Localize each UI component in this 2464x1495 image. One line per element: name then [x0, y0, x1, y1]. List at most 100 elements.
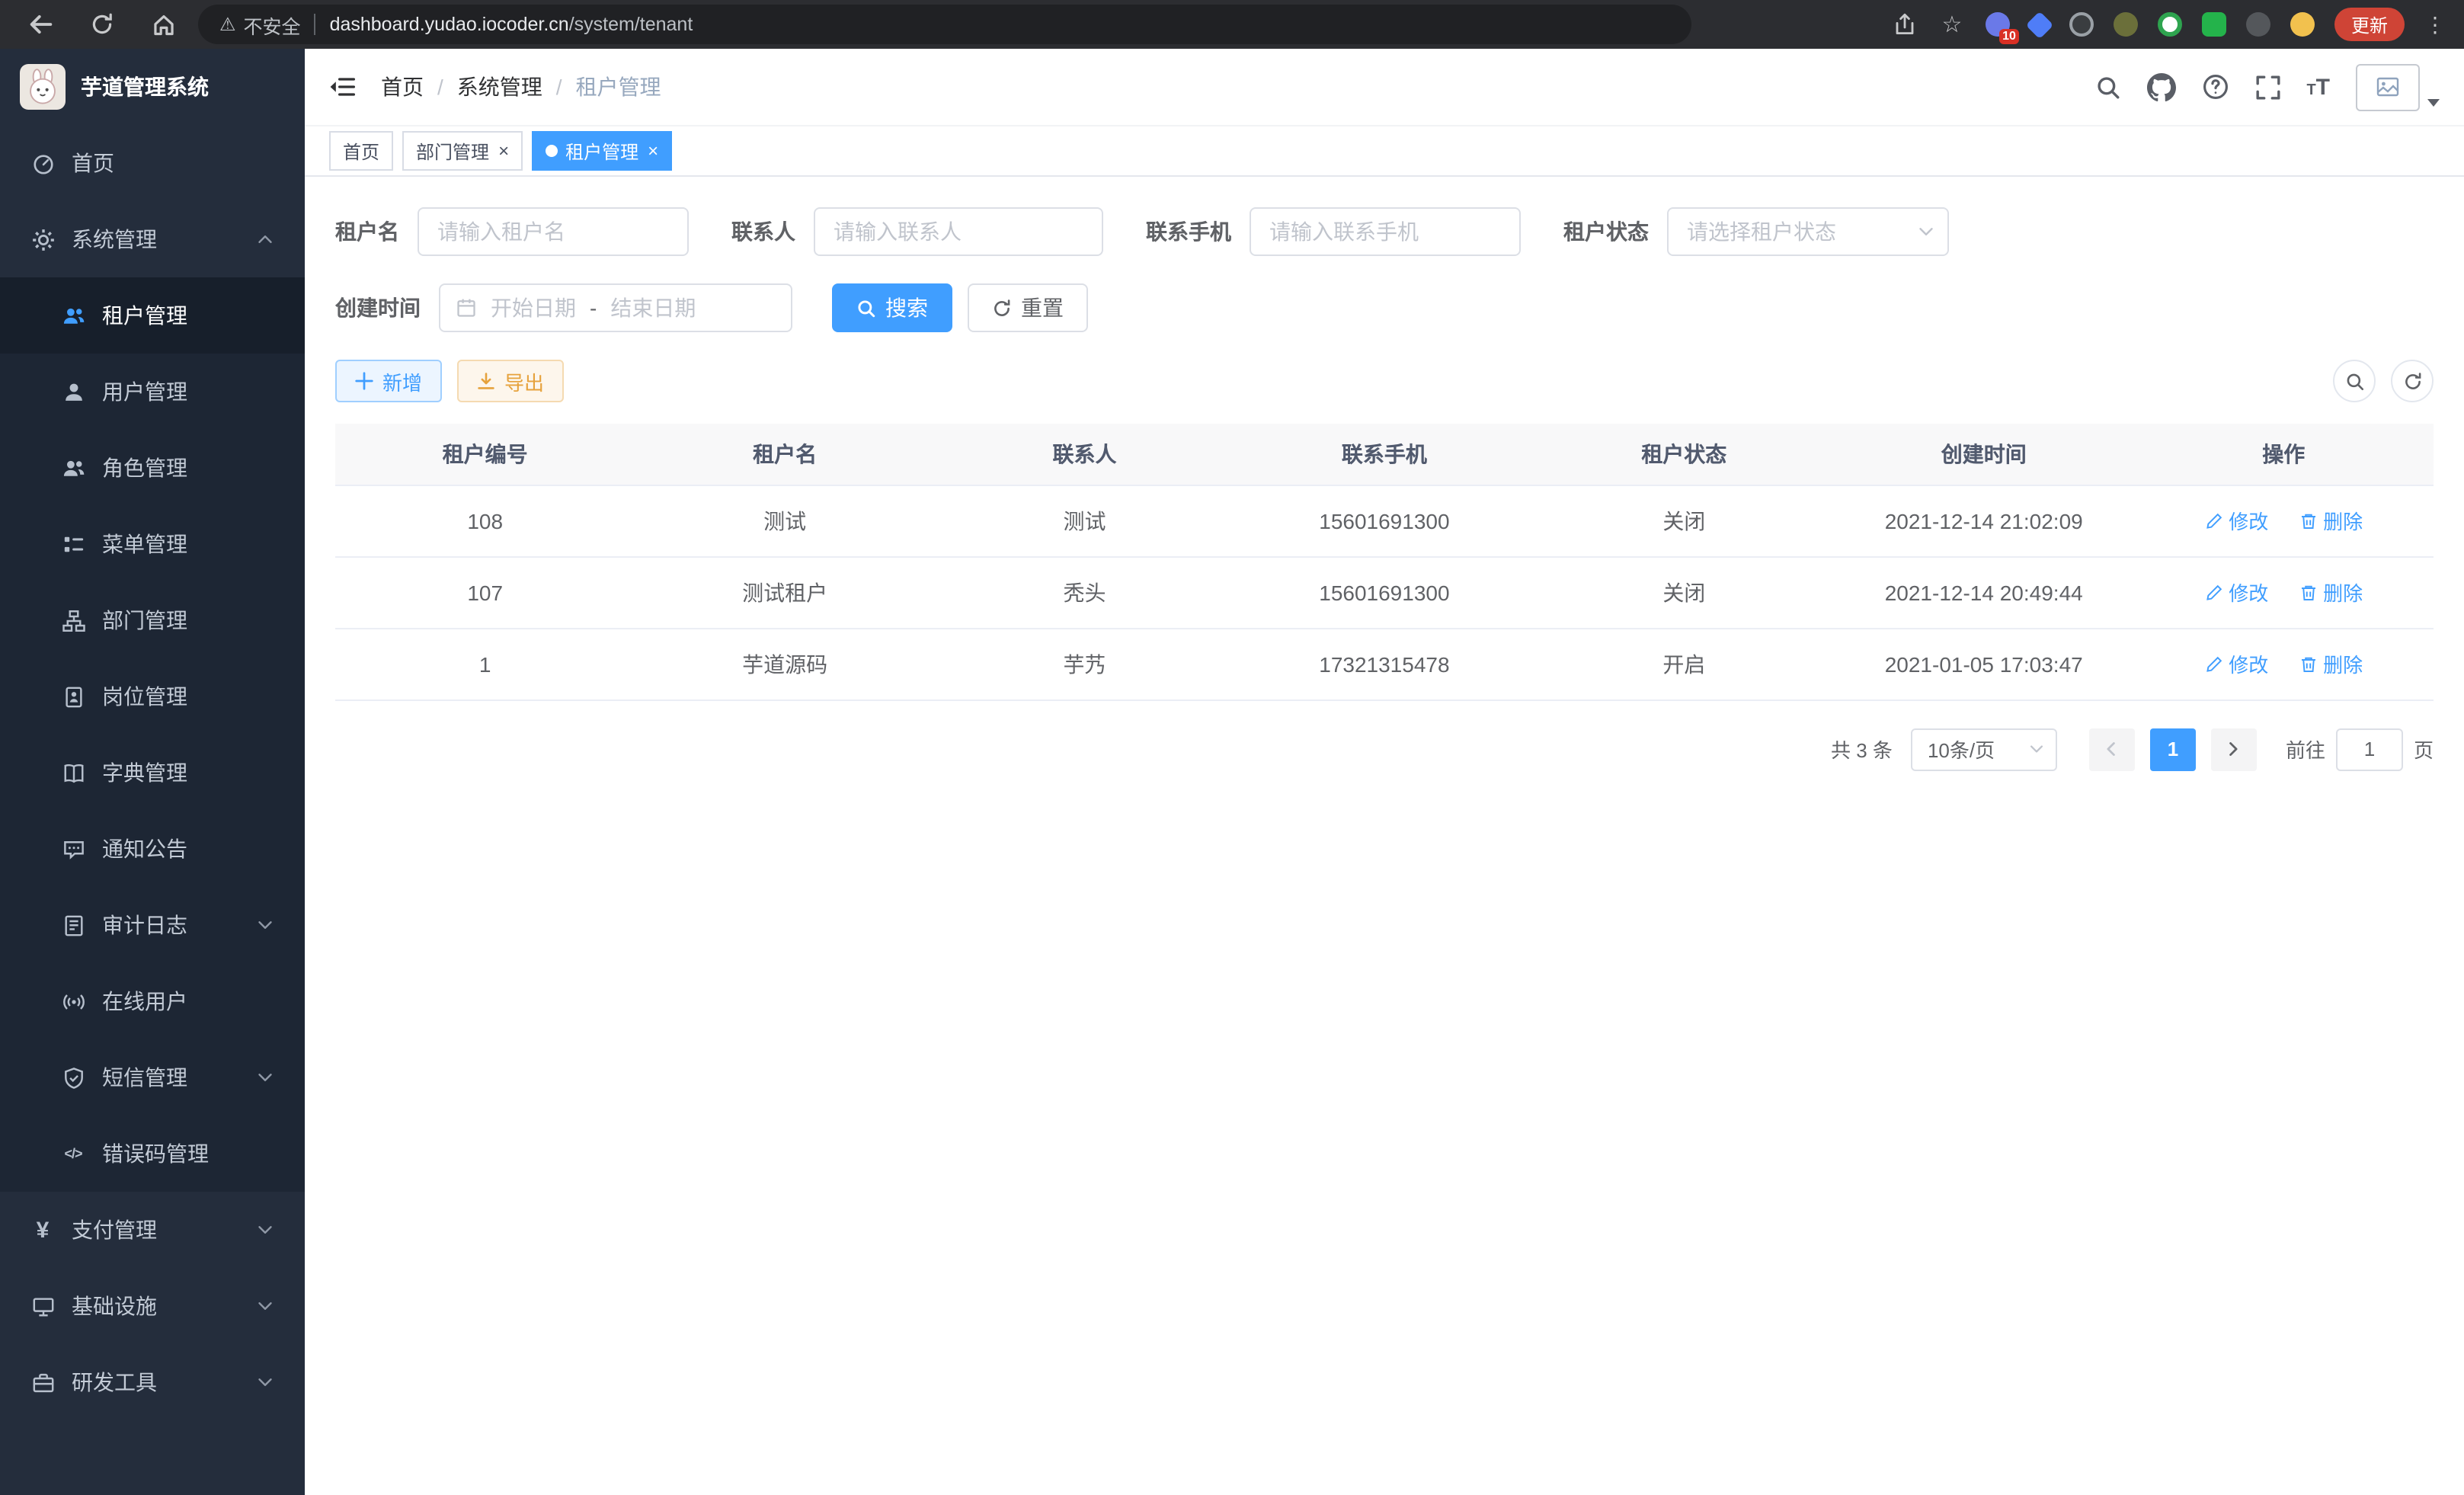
- add-button[interactable]: 新增: [335, 360, 442, 402]
- logo[interactable]: 芋道管理系统: [0, 49, 305, 125]
- sidebar-item-notice[interactable]: 通知公告: [0, 811, 305, 887]
- tabs-bar: 首页 部门管理 × 租户管理 ×: [305, 125, 2464, 177]
- page-number-1[interactable]: 1: [2150, 728, 2196, 770]
- dashboard-icon: [30, 151, 55, 175]
- date-range-picker[interactable]: 开始日期 - 结束日期: [439, 283, 792, 332]
- sidebar-group-sms[interactable]: 短信管理: [0, 1039, 305, 1116]
- next-page-button[interactable]: [2211, 728, 2257, 770]
- tab-tenant[interactable]: 租户管理 ×: [532, 131, 672, 171]
- extension-icon-5[interactable]: [2158, 12, 2182, 37]
- tenant-name-input[interactable]: [418, 207, 689, 256]
- mobile-input[interactable]: [1250, 207, 1521, 256]
- site-security-chip[interactable]: ⚠ 不安全: [219, 10, 301, 39]
- page-size-select[interactable]: 10条/页: [1911, 728, 2057, 770]
- sidebar-group-payment[interactable]: ¥ 支付管理: [0, 1192, 305, 1268]
- extension-icon-1[interactable]: 10: [1986, 12, 2010, 37]
- breadcrumb-home[interactable]: 首页: [381, 72, 424, 102]
- search-icon[interactable]: [2094, 74, 2120, 100]
- user-menu[interactable]: [2356, 63, 2440, 110]
- breadcrumb-system[interactable]: 系统管理: [457, 72, 542, 102]
- cell-actions: 修改 删除: [2133, 628, 2434, 699]
- extension-icon-8[interactable]: [2290, 12, 2315, 37]
- edit-button[interactable]: 修改: [2204, 506, 2268, 535]
- delete-button[interactable]: 删除: [2299, 506, 2363, 535]
- sidebar-item-dept[interactable]: 部门管理: [0, 582, 305, 658]
- cell-tenant-name: 芋道源码: [635, 628, 934, 699]
- extension-icon-7[interactable]: [2246, 12, 2270, 37]
- edit-button[interactable]: 修改: [2204, 578, 2268, 607]
- home-icon[interactable]: [149, 11, 177, 38]
- back-icon[interactable]: [27, 11, 55, 38]
- sidebar-item-menu[interactable]: 菜单管理: [0, 506, 305, 582]
- status-select[interactable]: 请选择租户状态: [1667, 207, 1949, 256]
- extension-icon-3[interactable]: [2069, 12, 2094, 37]
- fold-sidebar-icon[interactable]: [329, 75, 357, 99]
- sidebar-item-dict[interactable]: 字典管理: [0, 735, 305, 811]
- table-row: 1 芋道源码 芋艿 17321315478 开启 2021-01-05 17:0…: [335, 628, 2434, 699]
- url-text[interactable]: dashboard.yudao.iocoder.cn/system/tenant: [330, 14, 693, 35]
- sidebar-item-label: 在线用户: [102, 986, 187, 1016]
- browser-menu-icon[interactable]: ⋮: [2424, 14, 2446, 35]
- filter-row-2: 创建时间 开始日期 - 结束日期 搜索: [335, 283, 2434, 332]
- org-tree-icon: [61, 608, 85, 632]
- font-size-icon[interactable]: TT: [2306, 75, 2330, 98]
- user-icon: [61, 379, 85, 404]
- sidebar-item-role[interactable]: 角色管理: [0, 430, 305, 506]
- question-icon[interactable]: [2201, 73, 2229, 101]
- chevron-down-icon: [256, 1068, 274, 1087]
- edit-button[interactable]: 修改: [2204, 649, 2268, 678]
- tab-label: 部门管理: [416, 138, 489, 164]
- sidebar-item-online-user[interactable]: 在线用户: [0, 963, 305, 1039]
- sidebar-item-post[interactable]: 岗位管理: [0, 658, 305, 735]
- goto-page-input[interactable]: [2336, 728, 2403, 770]
- sidebar-item-user[interactable]: 用户管理: [0, 354, 305, 430]
- browser-update-button[interactable]: 更新: [2334, 8, 2405, 41]
- filter-label: 创建时间: [335, 293, 421, 323]
- extension-icon-4[interactable]: [2114, 12, 2138, 37]
- address-bar[interactable]: ⚠ 不安全 dashboard.yudao.iocoder.cn/system/…: [198, 5, 1691, 44]
- chevron-down-icon: [256, 1373, 274, 1391]
- contact-input[interactable]: [814, 207, 1103, 256]
- column-header: 操作: [2133, 424, 2434, 485]
- sidebar-item-error-code[interactable]: </> 错误码管理: [0, 1116, 305, 1192]
- sidebar-item-home[interactable]: 首页: [0, 125, 305, 201]
- chevron-down-icon: [1917, 222, 1935, 241]
- table-row: 108 测试 测试 15601691300 关闭 2021-12-14 21:0…: [335, 485, 2434, 556]
- share-icon[interactable]: [1891, 11, 1918, 38]
- search-button[interactable]: 搜索: [832, 283, 952, 332]
- export-button[interactable]: 导出: [457, 360, 564, 402]
- reload-icon[interactable]: [88, 11, 116, 38]
- close-icon[interactable]: ×: [498, 142, 509, 160]
- sidebar-group-audit-log[interactable]: 审计日志: [0, 887, 305, 963]
- prev-page-button[interactable]: [2089, 728, 2135, 770]
- select-placeholder: 请选择租户状态: [1687, 216, 1836, 247]
- page-unit-label: 页: [2414, 735, 2434, 764]
- fullscreen-icon[interactable]: [2254, 74, 2280, 100]
- extension-icon-2[interactable]: [2026, 11, 2054, 39]
- delete-button[interactable]: 删除: [2299, 578, 2363, 607]
- tab-home[interactable]: 首页: [329, 131, 393, 171]
- star-icon[interactable]: ☆: [1938, 11, 1966, 38]
- avatar[interactable]: [2356, 63, 2420, 110]
- sidebar-item-tenant[interactable]: 租户管理: [0, 277, 305, 354]
- sidebar-group-devtools[interactable]: 研发工具: [0, 1344, 305, 1420]
- github-icon[interactable]: [2146, 72, 2175, 101]
- filter-status: 租户状态 请选择租户状态: [1563, 207, 1949, 256]
- sidebar-group-infrastructure[interactable]: 基础设施: [0, 1268, 305, 1344]
- extension-icon-6[interactable]: [2202, 12, 2226, 37]
- sidebar-group-system[interactable]: 系统管理: [0, 201, 305, 277]
- show-search-icon[interactable]: [2333, 360, 2376, 402]
- extension-badge: 10: [1999, 29, 2019, 44]
- dictionary-icon: [61, 760, 85, 785]
- filter-create-time: 创建时间 开始日期 - 结束日期: [335, 283, 792, 332]
- pagination: 共 3 条 10条/页 1 前往: [335, 728, 2434, 770]
- reset-button[interactable]: 重置: [968, 283, 1088, 332]
- browser-chrome: ⚠ 不安全 dashboard.yudao.iocoder.cn/system/…: [0, 0, 2464, 49]
- delete-button[interactable]: 删除: [2299, 649, 2363, 678]
- refresh-icon[interactable]: [2391, 360, 2434, 402]
- tab-dept[interactable]: 部门管理 ×: [402, 131, 523, 171]
- error-code-icon: </>: [61, 1141, 85, 1166]
- date-separator: -: [590, 296, 597, 320]
- close-icon[interactable]: ×: [648, 142, 658, 160]
- sidebar: 芋道管理系统 首页 系统管理: [0, 49, 305, 1495]
